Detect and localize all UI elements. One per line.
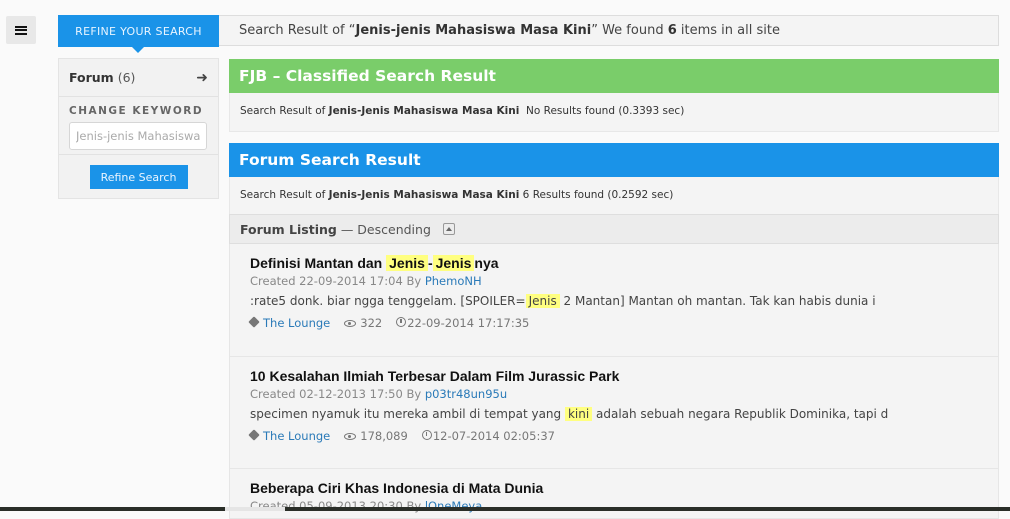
- eye-icon: [344, 320, 357, 327]
- post-title-link[interactable]: Beberapa Ciri Khas Indonesia di Mata Dun…: [250, 480, 998, 496]
- clock-icon: [421, 430, 432, 440]
- list-item: Definisi Mantan dan Jenis - Jenis nya Creat…: [229, 244, 999, 357]
- post-views: 178,089: [344, 429, 408, 443]
- fjb-panel-title: FJB – Classified Search Result: [229, 59, 999, 93]
- title-text: -: [427, 255, 433, 271]
- refine-sidebar: Forum (6) ➜ CHANGE KEYWORD Refine Search: [58, 58, 219, 199]
- tag-icon: [248, 429, 260, 441]
- post-meta: Created 22-09-2014 17:04 By PhemoNH: [250, 274, 998, 288]
- forum-keyword: Jenis-Jenis Mahasiswa Masa Kini: [328, 189, 520, 201]
- category-link[interactable]: The Lounge: [263, 429, 330, 443]
- change-keyword-label: CHANGE KEYWORD: [69, 105, 204, 117]
- title-text: nya: [474, 255, 499, 271]
- snippet-highlight: kini: [564, 407, 593, 421]
- post-author-link[interactable]: p03tr48un95u: [425, 387, 507, 401]
- views-count: 178,089: [360, 429, 408, 443]
- forum-result-count: 6 Results found (0.2592 sec): [519, 189, 674, 201]
- post-snippet: specimen nyamuk itu mereka ambil di temp…: [250, 407, 998, 421]
- hamburger-menu-icon: [15, 25, 27, 35]
- last-activity-time: 12-07-2014 02:05:37: [432, 429, 555, 443]
- snippet-text: :rate5 donk. biar ngga tenggelam. [SPOIL…: [250, 294, 526, 308]
- summary-count: 6: [667, 23, 677, 38]
- summary-mid: ” We found: [591, 23, 668, 38]
- sort-toggle-chevron-up-icon[interactable]: [442, 222, 455, 235]
- forum-panel-title: Forum Search Result: [229, 143, 999, 177]
- post-title-link[interactable]: Definisi Mantan dan Jenis - Jenis nya: [250, 255, 998, 271]
- post-footer: The Lounge 322 22-09-2014 17:17:35: [248, 316, 998, 330]
- post-snippet: :rate5 donk. biar ngga tenggelam. [SPOIL…: [250, 294, 998, 308]
- snippet-text: adalah sebuah negara Republik Dominika, …: [592, 407, 889, 421]
- views-count: 322: [360, 316, 383, 330]
- post-created: Created 22-09-2014 17:04 By: [250, 274, 425, 288]
- snippet-text: 2 Mantan] Mantan oh mantan. Tak kan habi…: [559, 294, 876, 308]
- fjb-result-panel: FJB – Classified Search Result Search Re…: [229, 59, 999, 132]
- list-item: Beberapa Ciri Khas Indonesia di Mata Dun…: [229, 469, 999, 519]
- forum-result-text: Search Result of Jenis-Jenis Mahasiswa M…: [229, 177, 999, 216]
- summary-keyword: Jenis-jenis Mahasiswa Masa Kini: [355, 23, 592, 38]
- forum-prefix: Search Result of: [240, 189, 329, 201]
- post-last-activity: 22-09-2014 17:17:35: [396, 316, 529, 330]
- refine-button-wrap: Refine Search: [59, 155, 218, 199]
- eye-icon: [344, 433, 357, 440]
- post-created: Created 02-12-2013 17:50 By: [250, 387, 425, 401]
- list-item: 10 Kesalahan Ilmiah Terbesar Dalam Film …: [229, 357, 999, 469]
- refine-search-button[interactable]: Refine Search: [89, 165, 188, 189]
- forum-filter-label: Forum: [69, 70, 114, 85]
- title-highlight: Jenis: [432, 255, 475, 271]
- last-activity-time: 22-09-2014 17:17:35: [407, 316, 530, 330]
- listing-label: Forum Listing: [240, 222, 337, 237]
- forum-listing-header: Forum Listing — Descending: [229, 214, 999, 244]
- post-category[interactable]: The Lounge: [248, 429, 330, 443]
- search-summary-bar: Search Result of “Jenis-jenis Mahasiswa …: [219, 15, 999, 46]
- post-footer: The Lounge 178,089 12-07-2014 02:05:37: [248, 429, 998, 443]
- taskbar-item[interactable]: [225, 507, 285, 511]
- post-author-link[interactable]: PhemoNH: [425, 274, 482, 288]
- sidebar-item-forum[interactable]: Forum (6) ➜: [59, 59, 218, 97]
- os-taskbar: [0, 507, 1010, 511]
- forum-filter-count: (6): [117, 70, 136, 85]
- fjb-result-text: Search Result of Jenis-Jenis Mahasiswa M…: [229, 93, 999, 132]
- change-keyword-section: CHANGE KEYWORD: [59, 97, 218, 155]
- post-last-activity: 12-07-2014 02:05:37: [421, 429, 555, 443]
- snippet-highlight: Jenis: [525, 294, 560, 308]
- title-highlight: Jenis: [386, 255, 428, 271]
- tag-icon: [248, 316, 260, 328]
- forum-result-panel: Forum Search Result Search Result of Jen…: [229, 143, 999, 216]
- arrow-right-icon: ➜: [196, 69, 208, 86]
- post-meta: Created 02-12-2013 17:50 By p03tr48un95u: [250, 387, 998, 401]
- listing-sort-order: — Descending: [336, 222, 431, 237]
- post-views: 322: [344, 316, 382, 330]
- menu-toggle-button[interactable]: [6, 16, 36, 44]
- category-link[interactable]: The Lounge: [263, 316, 330, 330]
- summary-prefix: Search Result of “: [239, 23, 356, 38]
- fjb-prefix: Search Result of: [240, 105, 329, 117]
- summary-suffix: items in all site: [676, 23, 780, 38]
- post-title-link[interactable]: 10 Kesalahan Ilmiah Terbesar Dalam Film …: [250, 368, 998, 384]
- fjb-keyword: Jenis-Jenis Mahasiswa Masa Kini: [328, 105, 520, 117]
- clock-icon: [396, 317, 407, 327]
- snippet-text: specimen nyamuk itu mereka ambil di temp…: [250, 407, 565, 421]
- refine-your-search-tab[interactable]: REFINE YOUR SEARCH: [58, 15, 219, 53]
- refine-tab-label: REFINE YOUR SEARCH: [75, 24, 202, 38]
- keyword-input[interactable]: [69, 122, 207, 150]
- post-category[interactable]: The Lounge: [248, 316, 330, 330]
- fjb-result-count: No Results found (0.3393 sec): [519, 105, 685, 117]
- title-text: Definisi Mantan dan: [250, 255, 387, 271]
